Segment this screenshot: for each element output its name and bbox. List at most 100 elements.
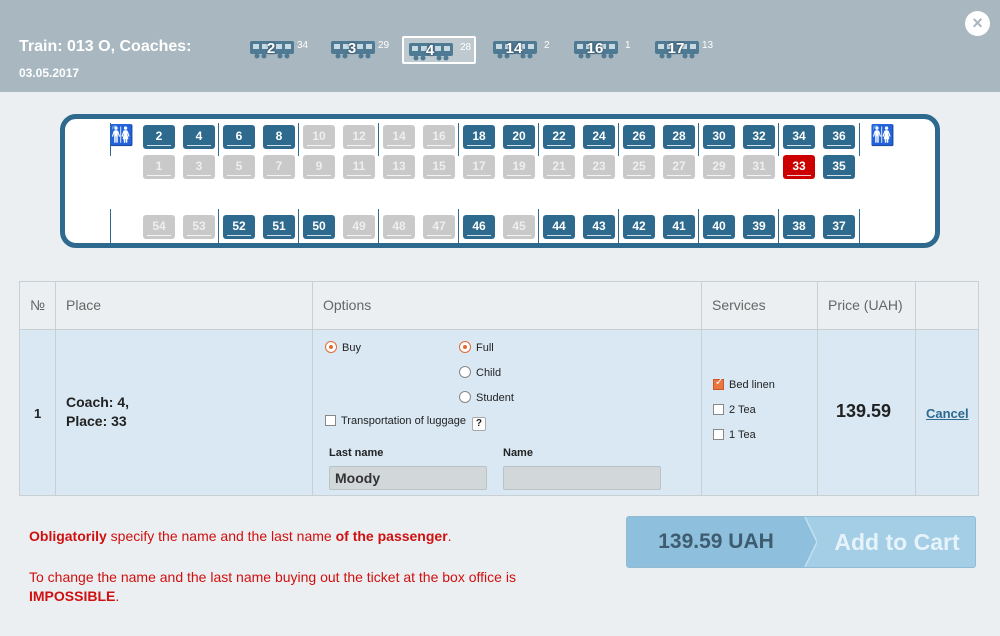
coach-free-seats: 29: [378, 40, 390, 51]
cart-price: 139.59 UAH: [627, 517, 805, 567]
coach-free-seats: 28: [460, 42, 472, 53]
cell-price: 139.59: [818, 330, 916, 495]
seat-4[interactable]: 4: [183, 125, 215, 149]
seat-24[interactable]: 24: [583, 125, 615, 149]
cancel-link[interactable]: Cancel: [926, 406, 969, 421]
child-option[interactable]: Child: [459, 366, 501, 379]
child-radio[interactable]: [459, 366, 471, 378]
seat-35[interactable]: 35: [823, 155, 855, 179]
compartment-divider: [538, 209, 539, 245]
cell-options: Buy Full Child Student Transportation of…: [313, 330, 702, 495]
coach-number: 3: [347, 40, 357, 57]
seat-6[interactable]: 6: [223, 125, 255, 149]
note1-text: specify the name and the last name: [106, 528, 336, 544]
table-header: № Place Options Services Price (UAH): [20, 282, 978, 330]
seat-22[interactable]: 22: [543, 125, 575, 149]
bed-linen-label: Bed linen: [729, 379, 775, 391]
coach-tab-17[interactable]: 17 13: [650, 36, 713, 64]
seat-50[interactable]: 50: [303, 215, 335, 239]
full-radio[interactable]: [459, 341, 471, 353]
tea1-label: 1 Tea: [729, 429, 756, 441]
seat-13: 13: [383, 155, 415, 179]
train-title: Train: 013 O, Coaches:: [19, 38, 192, 55]
tea1-option[interactable]: 1 Tea: [713, 429, 756, 441]
seat-16: 16: [423, 125, 455, 149]
train-date: 03.05.2017: [19, 66, 80, 80]
close-button[interactable]: ×: [965, 11, 990, 36]
seat-36[interactable]: 36: [823, 125, 855, 149]
compartment-divider: [698, 209, 699, 245]
row-number: 1: [34, 406, 42, 421]
compartment-divider: [458, 123, 459, 156]
coach-tab-4[interactable]: 4 28: [402, 36, 476, 64]
seat-19: 19: [503, 155, 535, 179]
seat-33[interactable]: 33: [783, 155, 815, 179]
cart-label: Add to Cart: [834, 529, 960, 555]
bed-linen-option[interactable]: Bed linen: [713, 377, 775, 391]
seat-28[interactable]: 28: [663, 125, 695, 149]
seat-11: 11: [343, 155, 375, 179]
seat-17: 17: [463, 155, 495, 179]
seat-45: 45: [503, 215, 535, 239]
seat-30[interactable]: 30: [703, 125, 735, 149]
coach-tab-14[interactable]: 14 2: [488, 36, 550, 64]
seat-26[interactable]: 26: [623, 125, 655, 149]
scheme-left-divider-bottom: [110, 209, 111, 245]
note1-bold-b: of the passenger: [335, 528, 448, 544]
seat-52[interactable]: 52: [223, 215, 255, 239]
seat-15: 15: [423, 155, 455, 179]
student-option[interactable]: Student: [459, 391, 514, 404]
seat-51[interactable]: 51: [263, 215, 295, 239]
seat-8[interactable]: 8: [263, 125, 295, 149]
seat-42[interactable]: 42: [623, 215, 655, 239]
seat-18[interactable]: 18: [463, 125, 495, 149]
wc-icon: 🚻: [109, 125, 134, 147]
tea1-checkbox[interactable]: [713, 429, 724, 440]
seat-41[interactable]: 41: [663, 215, 695, 239]
buy-radio[interactable]: [325, 341, 337, 353]
student-label: Student: [476, 392, 514, 404]
name-required-note: Obligatorily specify the name and the la…: [29, 528, 452, 544]
header-price: Price (UAH): [818, 282, 916, 330]
note2-end: .: [115, 588, 120, 604]
header-place: Place: [56, 282, 313, 330]
bed-linen-checkbox[interactable]: [713, 377, 724, 390]
help-icon[interactable]: ?: [471, 417, 486, 431]
seat-20[interactable]: 20: [503, 125, 535, 149]
name-input[interactable]: [503, 466, 661, 490]
tea2-checkbox[interactable]: [713, 404, 724, 415]
seat-44[interactable]: 44: [543, 215, 575, 239]
seat-46[interactable]: 46: [463, 215, 495, 239]
scheme-right-divider-top: [859, 123, 860, 156]
tea2-option[interactable]: 2 Tea: [713, 404, 756, 416]
add-to-cart-button[interactable]: 139.59 UAH Add to Cart: [626, 516, 976, 568]
student-radio[interactable]: [459, 391, 471, 403]
seat-31: 31: [743, 155, 775, 179]
seat-34[interactable]: 34: [783, 125, 815, 149]
seat-38[interactable]: 38: [783, 215, 815, 239]
luggage-checkbox[interactable]: [325, 415, 336, 426]
name-label: Name: [503, 447, 533, 459]
seat-53: 53: [183, 215, 215, 239]
compartment-divider: [778, 123, 779, 156]
last-name-label: Last name: [329, 447, 384, 459]
compartment-divider: [778, 209, 779, 245]
buy-option[interactable]: Buy: [325, 341, 361, 354]
seat-43[interactable]: 43: [583, 215, 615, 239]
coach-tab-2[interactable]: 2 34: [245, 36, 308, 64]
compartment-divider: [618, 209, 619, 245]
seat-32[interactable]: 32: [743, 125, 775, 149]
compartment-divider: [378, 123, 379, 156]
seat-37[interactable]: 37: [823, 215, 855, 239]
seat-21: 21: [543, 155, 575, 179]
luggage-option[interactable]: Transportation of luggage?: [325, 415, 486, 431]
seat-40[interactable]: 40: [703, 215, 735, 239]
seat-2[interactable]: 2: [143, 125, 175, 149]
last-name-input[interactable]: [329, 466, 487, 490]
full-option[interactable]: Full: [459, 341, 494, 354]
seat-39[interactable]: 39: [743, 215, 775, 239]
coach-tab-16[interactable]: 16 1: [569, 36, 631, 64]
coach-tab-3[interactable]: 3 29: [326, 36, 389, 64]
cell-services: Bed linen 2 Tea 1 Tea: [702, 330, 818, 495]
header-bar: Train: 013 O, Coaches: 03.05.2017 2 34 3 29…: [0, 0, 1000, 92]
